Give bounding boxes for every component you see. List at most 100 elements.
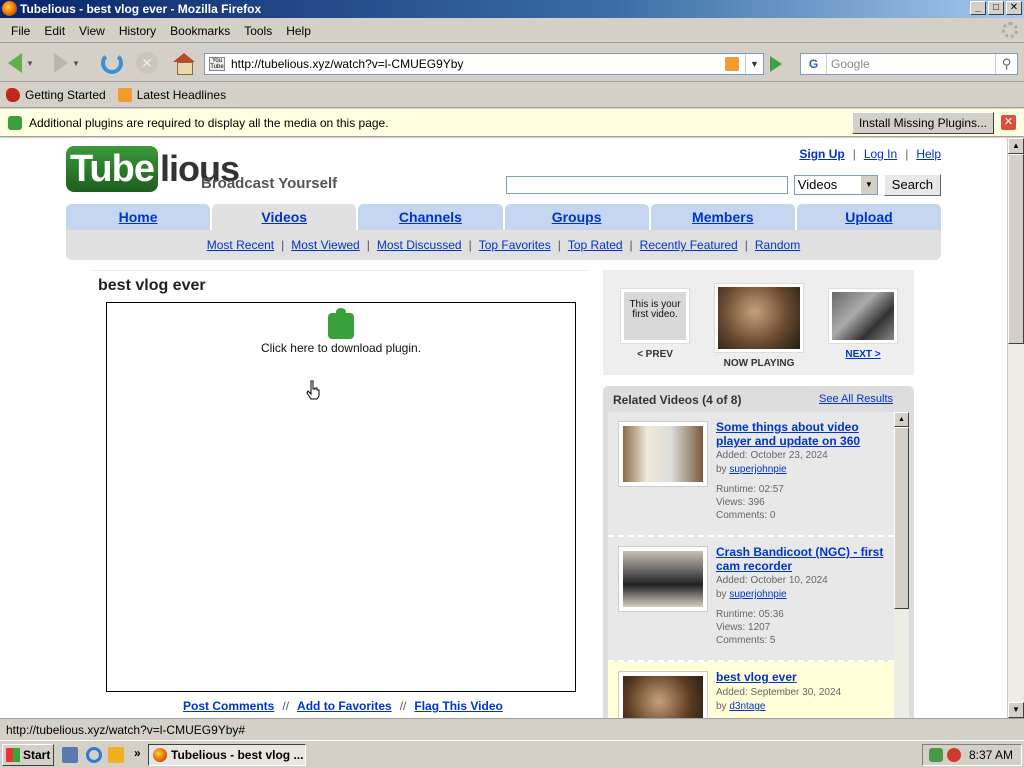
- url-history-dropdown-icon[interactable]: ▼: [745, 54, 763, 74]
- next-label[interactable]: NEXT >: [828, 349, 898, 360]
- site-search-button[interactable]: Search: [883, 174, 941, 196]
- subnav-top-rated[interactable]: Top Rated: [568, 238, 623, 252]
- subnav-random[interactable]: Random: [755, 238, 800, 252]
- scroll-up-icon[interactable]: ▲: [894, 412, 909, 427]
- see-all-results-link[interactable]: See All Results: [819, 393, 893, 405]
- related-thumbnail[interactable]: [618, 671, 708, 718]
- tab-upload[interactable]: Upload: [796, 204, 942, 230]
- install-missing-plugins-button[interactable]: Install Missing Plugins...: [851, 112, 994, 134]
- scroll-up-icon[interactable]: ▲: [1008, 138, 1024, 154]
- start-button[interactable]: Start: [2, 744, 54, 766]
- menu-view[interactable]: View: [72, 24, 112, 38]
- show-desktop-icon[interactable]: [62, 747, 78, 763]
- menu-edit[interactable]: Edit: [37, 24, 72, 38]
- taskbar-firefox-window[interactable]: Tubelious - best vlog ...: [148, 744, 306, 766]
- menu-help[interactable]: Help: [279, 24, 318, 38]
- back-history-dropdown-icon[interactable]: ▼: [26, 59, 34, 68]
- subnav-top-favorites[interactable]: Top Favorites: [479, 238, 551, 252]
- related-thumbnail[interactable]: [618, 546, 708, 612]
- subnav-most-recent[interactable]: Most Recent: [207, 238, 274, 252]
- chevron-down-icon[interactable]: ▼: [860, 176, 877, 194]
- tab-label[interactable]: Upload: [845, 209, 892, 225]
- url-bar[interactable]: You Tube http://tubelious.xyz/watch?v=l-C…: [204, 53, 764, 75]
- bookmark-latest-headlines[interactable]: Latest Headlines: [117, 88, 226, 102]
- home-button[interactable]: [173, 50, 195, 76]
- sign-up-link[interactable]: Sign Up: [799, 147, 844, 161]
- tab-label[interactable]: Groups: [552, 209, 602, 225]
- menu-bookmarks[interactable]: Bookmarks: [163, 24, 237, 38]
- tab-groups[interactable]: Groups: [504, 204, 649, 230]
- puzzle-plugin-icon[interactable]: [328, 308, 354, 339]
- status-text: http://tubelious.xyz/watch?v=l-CMUEG9Yby…: [6, 723, 246, 737]
- search-placeholder[interactable]: Google: [827, 57, 995, 71]
- related-scrollbar[interactable]: ▲: [894, 412, 909, 718]
- tab-channels[interactable]: Channels: [358, 204, 503, 230]
- close-notice-icon[interactable]: ✕: [1001, 115, 1016, 130]
- log-in-link[interactable]: Log In: [864, 147, 897, 161]
- related-title-link[interactable]: Some things about video player and updat…: [716, 420, 888, 448]
- close-window-button[interactable]: ✕: [1006, 1, 1022, 15]
- rss-feed-icon[interactable]: [725, 57, 739, 71]
- tab-label[interactable]: Home: [119, 209, 158, 225]
- tab-label[interactable]: Videos: [261, 209, 307, 225]
- media-player-icon[interactable]: [108, 747, 124, 763]
- search-magnifier-icon[interactable]: ⚲: [995, 54, 1017, 74]
- flag-video-link[interactable]: Flag This Video: [414, 699, 502, 713]
- download-plugin-text[interactable]: Click here to download plugin.: [107, 341, 575, 355]
- site-search-input[interactable]: [505, 176, 788, 194]
- reload-button[interactable]: [101, 50, 123, 76]
- menu-file[interactable]: File: [4, 24, 37, 38]
- subnav-recently-featured[interactable]: Recently Featured: [640, 238, 738, 252]
- next-video-thumbnail[interactable]: [828, 288, 898, 344]
- tab-label[interactable]: Channels: [399, 209, 462, 225]
- status-bar: http://tubelious.xyz/watch?v=l-CMUEG9Yby…: [0, 718, 1024, 740]
- post-comments-link[interactable]: Post Comments: [183, 699, 274, 713]
- forward-history-dropdown-icon[interactable]: ▼: [72, 59, 80, 68]
- site-search: Videos ▼ Search: [505, 174, 941, 196]
- uploader-link[interactable]: d3ntage: [729, 701, 765, 712]
- tab-members[interactable]: Members: [650, 204, 795, 230]
- subnav-most-discussed[interactable]: Most Discussed: [377, 238, 462, 252]
- related-list[interactable]: Some things about video player and updat…: [608, 412, 894, 718]
- network-tray-icon[interactable]: [929, 748, 943, 762]
- prev-video-thumbnail[interactable]: This is your first video.: [620, 288, 690, 344]
- quicklaunch-more-icon[interactable]: »: [134, 746, 141, 760]
- forward-button[interactable]: ▼: [54, 50, 80, 76]
- internet-explorer-icon[interactable]: [86, 747, 102, 763]
- scrollbar-thumb[interactable]: [1008, 154, 1024, 344]
- bookmark-getting-started[interactable]: Getting Started: [6, 88, 106, 102]
- uploader-link[interactable]: superjohnpie: [729, 589, 786, 600]
- related-title-link[interactable]: Crash Bandicoot (NGC) - first cam record…: [716, 545, 888, 573]
- tab-label[interactable]: Members: [692, 209, 753, 225]
- back-button[interactable]: ▼: [8, 50, 34, 76]
- next-video[interactable]: NEXT >: [828, 288, 898, 360]
- uploader-link[interactable]: superjohnpie: [729, 464, 786, 475]
- prev-label[interactable]: < PREV: [620, 349, 690, 360]
- related-thumbnail[interactable]: [618, 421, 708, 487]
- scrollbar-thumb[interactable]: [894, 427, 909, 609]
- tab-videos[interactable]: Videos: [212, 204, 357, 230]
- related-title-link[interactable]: best vlog ever: [716, 670, 888, 684]
- window-titlebar: Tubelious - best vlog ever - Mozilla Fir…: [0, 0, 1024, 18]
- url-text[interactable]: http://tubelious.xyz/watch?v=l-CMUEG9Yby: [231, 57, 725, 71]
- menu-history[interactable]: History: [112, 24, 163, 38]
- videos-subnav: Most Recent | Most Viewed | Most Discussed | T…: [66, 230, 941, 260]
- prev-video[interactable]: This is your first video. < PREV: [620, 288, 690, 360]
- security-alert-tray-icon[interactable]: [947, 748, 961, 762]
- scroll-down-icon[interactable]: ▼: [1008, 702, 1024, 718]
- add-to-favorites-link[interactable]: Add to Favorites: [297, 699, 392, 713]
- go-arrow-icon[interactable]: [770, 56, 782, 72]
- help-link[interactable]: Help: [916, 147, 941, 161]
- minimize-button[interactable]: _: [970, 1, 986, 15]
- page-scrollbar[interactable]: ▲ ▼: [1007, 138, 1024, 718]
- browser-search-box[interactable]: G Google ⚲: [800, 53, 1018, 75]
- maximize-button[interactable]: □: [988, 1, 1004, 15]
- video-player-plugin-area[interactable]: Click here to download plugin.: [106, 302, 576, 692]
- stop-button[interactable]: ✕: [136, 50, 158, 76]
- search-engine-google-icon[interactable]: G: [801, 54, 827, 74]
- menu-tools[interactable]: Tools: [237, 24, 279, 38]
- next-link[interactable]: NEXT >: [845, 349, 880, 360]
- tab-home[interactable]: Home: [66, 204, 211, 230]
- search-category-select[interactable]: Videos ▼: [793, 175, 878, 195]
- subnav-most-viewed[interactable]: Most Viewed: [291, 238, 359, 252]
